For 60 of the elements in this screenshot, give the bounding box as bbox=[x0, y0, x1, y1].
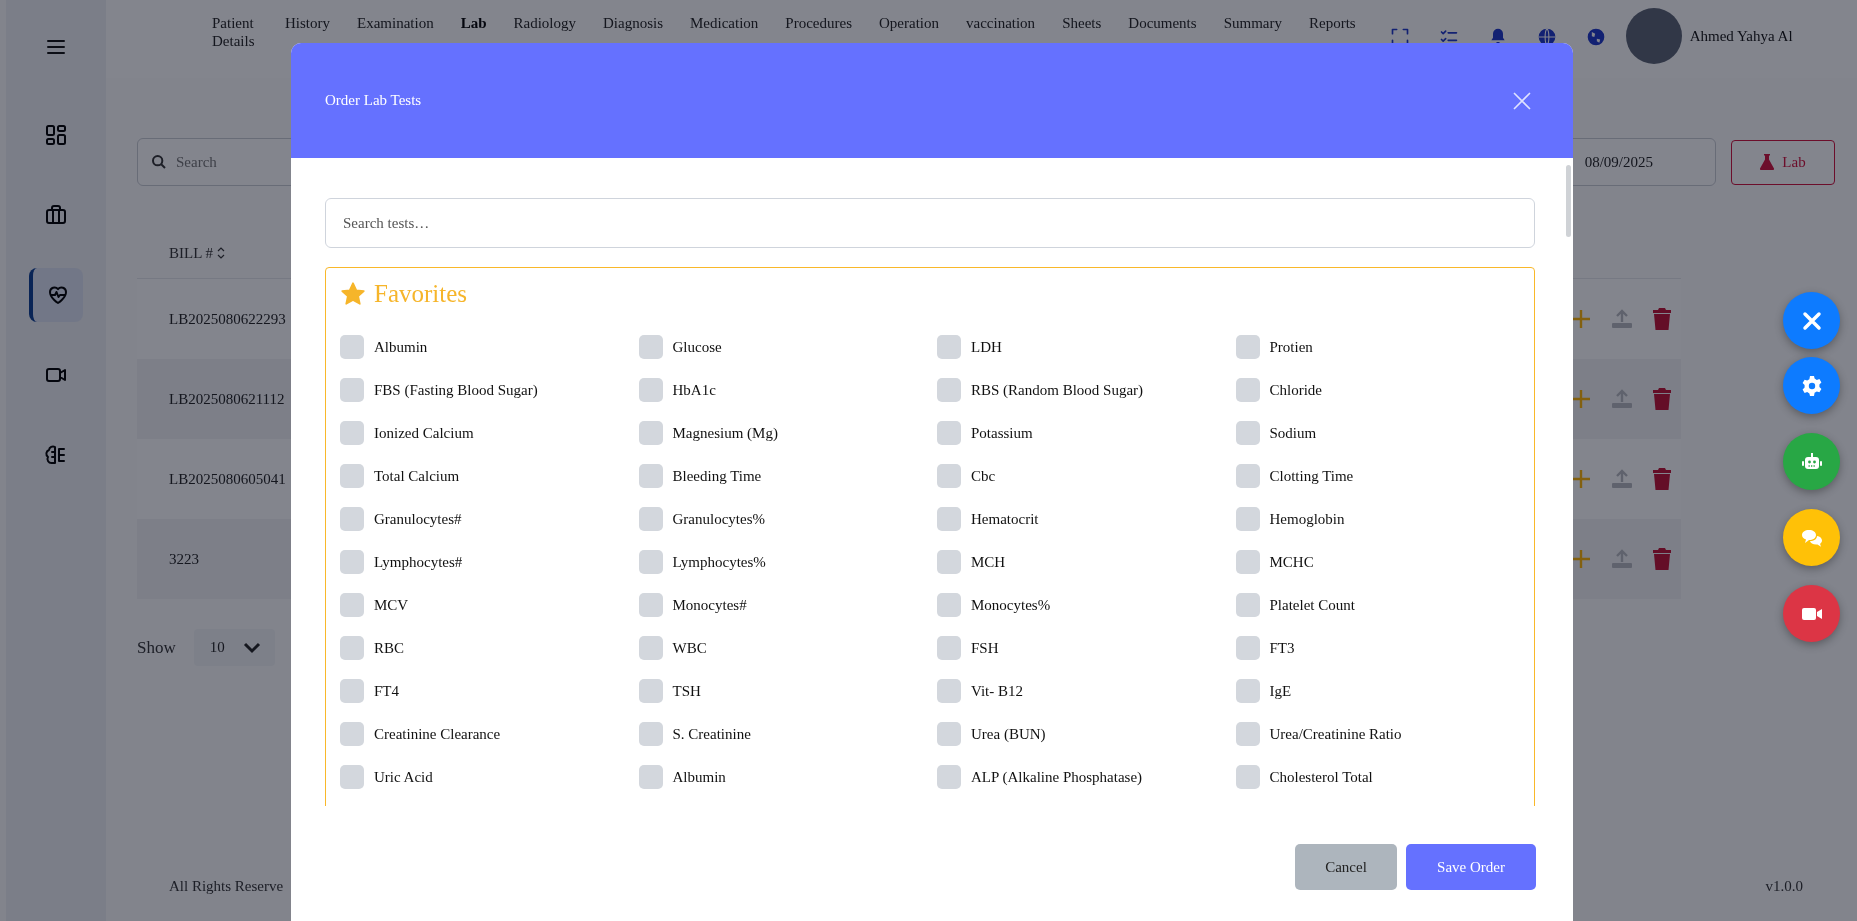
checkbox-label[interactable]: RBS (Random Blood Sugar) bbox=[971, 381, 1144, 399]
checkbox-label[interactable]: RBC bbox=[374, 639, 404, 657]
checkbox-label[interactable]: ALP (Alkaline Phosphatase) bbox=[971, 768, 1143, 786]
checkbox-label[interactable]: Albumin bbox=[672, 768, 726, 786]
checkbox-label[interactable]: IgE bbox=[1269, 682, 1292, 700]
table-cell: LB2025080622293 bbox=[169, 310, 286, 328]
show-label: Show bbox=[137, 637, 176, 658]
column-header[interactable]: BILL # bbox=[169, 244, 214, 262]
checkbox-label[interactable]: Potassium bbox=[971, 424, 1033, 442]
save-button[interactable]: Save Order bbox=[1406, 844, 1536, 890]
checkbox-label[interactable]: MCV bbox=[374, 596, 409, 614]
checkbox-label[interactable]: FT3 bbox=[1269, 639, 1295, 657]
page-size-select[interactable]: 10 bbox=[193, 629, 275, 666]
nav-tab[interactable]: Patient Details bbox=[212, 14, 258, 50]
checkbox-label[interactable]: Lymphocytes# bbox=[374, 553, 463, 571]
checkbox-label[interactable]: HbA1c bbox=[672, 381, 716, 399]
checkbox-label[interactable]: FBS (Fasting Blood Sugar) bbox=[374, 381, 538, 399]
checkbox-label[interactable]: Bleeding Time bbox=[672, 467, 762, 485]
version-text: v1.0.0 bbox=[1765, 878, 1803, 895]
checkbox-label[interactable]: Magnesium (Mg) bbox=[672, 424, 778, 442]
copyright-text: All Rights Reserve bbox=[169, 878, 284, 895]
checkbox-label[interactable]: Hemoglobin bbox=[1269, 510, 1345, 528]
table-cell: 3223 bbox=[169, 550, 199, 568]
cancel-button[interactable]: Cancel bbox=[1295, 844, 1397, 890]
checkbox-label[interactable]: Urea/Creatinine Ratio bbox=[1269, 725, 1402, 743]
checkbox-label[interactable]: LDH bbox=[971, 338, 1002, 356]
table-cell: LB2025080605041 bbox=[169, 470, 286, 488]
checkbox-label[interactable]: Protien bbox=[1269, 338, 1313, 356]
table-cell: LB2025080621112 bbox=[169, 390, 285, 408]
checkbox-label[interactable]: Lymphocytes% bbox=[672, 553, 766, 571]
checkbox-label[interactable]: FSH bbox=[971, 639, 999, 657]
checkbox-label[interactable]: Cholesterol Total bbox=[1269, 768, 1373, 786]
search-field[interactable]: Search tests… bbox=[325, 198, 1535, 248]
checkbox-label[interactable]: Albumin bbox=[374, 338, 428, 356]
user-name: Ahmed Yahya Al bbox=[1689, 27, 1793, 45]
checkbox-label[interactable]: Ionized Calcium bbox=[374, 424, 474, 442]
checkbox-label[interactable]: WBC bbox=[672, 639, 707, 657]
checkbox-label[interactable]: S. Creatinine bbox=[672, 725, 751, 743]
checkbox-label[interactable]: Granulocytes# bbox=[374, 510, 462, 528]
checkbox-label[interactable]: Glucose bbox=[672, 338, 722, 356]
checkbox-label[interactable]: Vit- B12 bbox=[971, 682, 1024, 700]
checkbox-label[interactable]: Urea (BUN) bbox=[971, 725, 1046, 743]
section-title: Favorites bbox=[374, 280, 468, 308]
checkbox-label[interactable]: Clotting Time bbox=[1269, 467, 1354, 485]
checkbox-label[interactable]: Total Calcium bbox=[374, 467, 460, 485]
checkbox-label[interactable]: MCHC bbox=[1269, 553, 1314, 571]
checkbox-label[interactable]: Sodium bbox=[1269, 424, 1317, 442]
checkbox-label[interactable]: Cbc bbox=[971, 467, 996, 485]
checkbox-label[interactable]: Monocytes# bbox=[672, 596, 747, 614]
checkbox-label[interactable]: Chloride bbox=[1269, 381, 1322, 399]
checkbox-label[interactable]: Granulocytes% bbox=[672, 510, 765, 528]
checkbox-label[interactable]: Creatinine Clearance bbox=[374, 725, 501, 743]
checkbox-label[interactable]: MCH bbox=[971, 553, 1006, 571]
checkbox-label[interactable]: Platelet Count bbox=[1269, 596, 1355, 614]
checkbox-label[interactable]: Hematocrit bbox=[971, 510, 1039, 528]
checkbox-label[interactable]: Monocytes% bbox=[971, 596, 1051, 614]
checkbox-label[interactable]: TSH bbox=[672, 682, 701, 700]
checkbox-label[interactable]: Uric Acid bbox=[374, 768, 433, 786]
modal-title: Order Lab Tests bbox=[325, 92, 422, 109]
checkbox-label[interactable]: FT4 bbox=[374, 682, 399, 700]
